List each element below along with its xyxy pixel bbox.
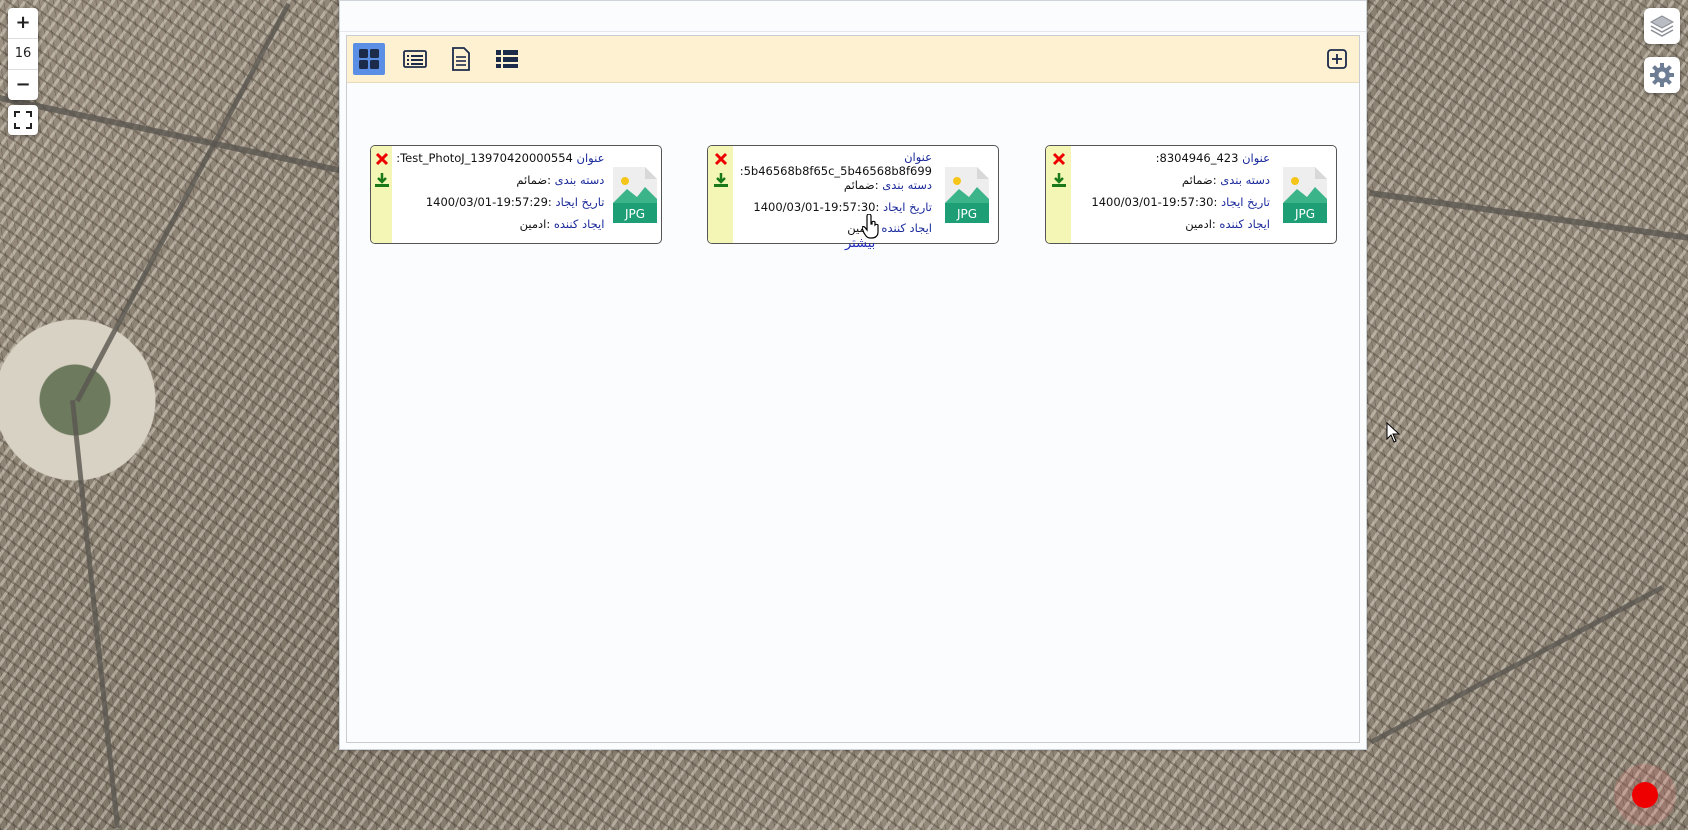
layers-icon [1649,15,1675,37]
delete-icon[interactable] [1052,152,1066,166]
jpg-file-icon: JPG [1274,146,1336,243]
fullscreen-button[interactable] [8,105,38,135]
record-button[interactable] [1632,782,1658,808]
category-label: دسته بندی [554,173,605,187]
date-label: تاریخ ایجاد [555,195,605,209]
category-value: :ضمائم [843,178,879,192]
grid-view-icon [359,49,379,69]
attachments-container: JPG عنوان 423_8304946: دسته بندی :ضمائم … [346,35,1360,743]
title-label: عنوان [904,150,932,164]
creator-label: ایجاد کننده [881,221,932,235]
card-actions [1046,146,1071,243]
svg-text:JPG: JPG [1294,207,1315,221]
title-value: 423_8304946: [1155,151,1239,165]
category-label: دسته بندی [1220,173,1270,187]
date-label: تاریخ ایجاد [883,200,932,214]
creator-value: :ادمین [1185,217,1216,231]
jpg-file-icon: JPG [608,146,661,243]
list-card-view-icon [403,50,427,68]
layers-button[interactable] [1644,8,1680,44]
add-square-icon [1327,49,1347,69]
settings-button[interactable] [1644,57,1680,93]
attachment-cards: JPG عنوان 423_8304946: دسته بندی :ضمائم … [347,83,1359,244]
gear-icon [1650,63,1674,87]
zoom-level-display: 16 [8,39,38,70]
category-value: :ضمائم [516,173,552,187]
title-value: 5b46568b8f65c_5b46568b8f699: [739,164,932,178]
attachment-info: عنوان 5b46568b8f65c_5b46568b8f699: دسته … [733,146,936,243]
creator-label: ایجاد کننده [553,217,605,231]
detail-list-view-button[interactable] [491,43,523,75]
view-toolbar [347,36,1359,83]
attachments-panel: JPG عنوان 423_8304946: دسته بندی :ضمائم … [339,0,1367,750]
title-label: عنوان [576,151,605,165]
creator-label: ایجاد کننده [1219,217,1270,231]
creator-value: :ادمین [519,217,551,231]
card-actions [371,146,393,243]
card-actions [708,146,733,243]
download-icon[interactable] [374,172,390,188]
hand-cursor-icon [862,214,879,239]
delete-icon[interactable] [375,152,389,166]
arrow-cursor-icon [1386,422,1400,443]
category-value: :ضمائم [1181,173,1217,187]
attachment-card[interactable]: JPG عنوان 5b46568b8f65c_5b46568b8f699: د… [707,145,999,244]
attachment-info: عنوان 423_8304946: دسته بندی :ضمائم تاری… [1071,146,1274,243]
date-value: :19:57:30-1400/03/01 [1091,195,1218,209]
grid-view-button[interactable] [353,43,385,75]
date-value: :19:57:29-1400/03/01 [425,195,552,209]
attachment-info: عنوان Test_PhotoJ_13970420000554: دسته ب… [392,146,608,243]
panel-header [340,1,1366,32]
document-view-icon [452,47,470,71]
add-attachment-button[interactable] [1321,43,1353,75]
delete-icon[interactable] [714,152,728,166]
zoom-control: + 16 − [8,8,38,100]
svg-text:JPG: JPG [624,207,645,221]
document-view-button[interactable] [445,43,477,75]
title-value: Test_PhotoJ_13970420000554: [396,151,573,165]
list-card-view-button[interactable] [399,43,431,75]
zoom-in-button[interactable]: + [8,8,38,39]
title-label: عنوان [1242,151,1270,165]
detail-list-view-icon [496,50,518,68]
download-icon[interactable] [1051,172,1067,188]
download-icon[interactable] [713,172,729,188]
jpg-file-icon: JPG [936,146,998,243]
zoom-out-button[interactable]: − [8,70,38,100]
attachment-card[interactable]: JPG عنوان Test_PhotoJ_13970420000554: دس… [370,145,662,244]
svg-text:JPG: JPG [956,207,977,221]
category-label: دسته بندی [882,178,932,192]
date-label: تاریخ ایجاد [1221,195,1270,209]
attachment-card[interactable]: JPG عنوان 423_8304946: دسته بندی :ضمائم … [1045,145,1337,244]
date-value: :19:57:30-1400/03/01 [753,200,880,214]
fullscreen-icon [14,111,32,129]
